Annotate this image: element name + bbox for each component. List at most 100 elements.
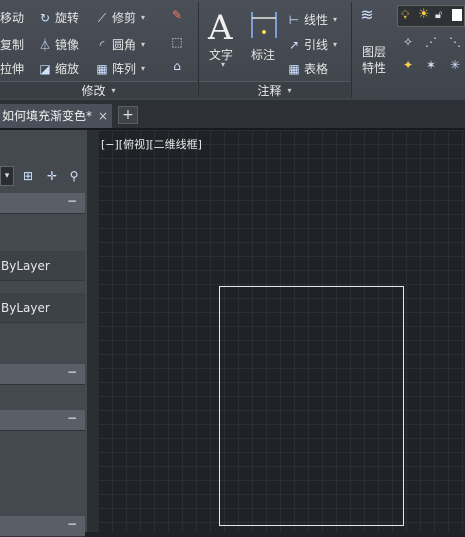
lightbulb-icon: 💡︎ <box>401 8 410 22</box>
property-row[interactable]: ByLayer <box>0 251 85 281</box>
fillet-icon: ◜ <box>99 37 105 52</box>
explode-button[interactable]: ⬚ <box>170 35 184 49</box>
layer-dropdown[interactable]: 💡︎ ☀ 🔓︎ <box>397 5 465 27</box>
drawn-rectangle[interactable] <box>219 286 404 526</box>
misc-section-header[interactable]: − <box>0 516 85 537</box>
annotation-panel-title-label: 注释 <box>257 83 282 98</box>
trim-icon: ⟋ <box>97 10 107 25</box>
layer-tool-1[interactable]: ✧ <box>401 35 415 49</box>
layer-freeze-icon: ⋱ <box>449 35 461 49</box>
leader-label: 引线 <box>304 38 329 52</box>
sun-icon: ☀ <box>418 7 430 22</box>
dimension-button[interactable]: 标注 <box>251 46 275 63</box>
table-label: 表格 <box>304 62 329 76</box>
leader-button[interactable]: ↗ 引线 ▾ <box>287 36 337 53</box>
modify-panel-title[interactable]: 修改 ▾ <box>0 81 197 98</box>
dimension-label: 标注 <box>251 48 276 62</box>
layer-tool-2[interactable]: ⋰ <box>424 35 438 49</box>
linear-button[interactable]: ⊢ 线性 ▾ <box>287 11 337 28</box>
property-row[interactable]: ByLayer <box>0 293 85 323</box>
layer-properties-icon: ≋ <box>360 5 374 24</box>
close-icon[interactable]: × <box>98 104 108 128</box>
layer-tool-6[interactable]: ✳ <box>448 58 462 72</box>
stretch-label: 拉伸 <box>0 62 25 76</box>
mirror-icon: ⏃ <box>38 37 51 52</box>
new-tab-button[interactable]: + <box>118 106 138 124</box>
select-objects-button[interactable]: ✛ <box>44 168 60 184</box>
scale-icon: ◪ <box>39 61 51 76</box>
array-label: 阵列 <box>112 62 137 76</box>
linear-dropdown-icon[interactable]: ▾ <box>333 15 337 24</box>
leader-icon: ↗ <box>288 37 300 52</box>
layer-walk-icon: ✳ <box>449 58 461 72</box>
annotation-panel-title[interactable]: 注释 ▾ <box>199 81 350 98</box>
fillet-label: 圆角 <box>112 38 137 52</box>
modify-panel-title-label: 修改 <box>81 83 106 98</box>
property-value: ByLayer <box>1 301 50 315</box>
properties-palette <box>0 130 87 532</box>
general-section-header[interactable]: − <box>0 193 85 214</box>
trim-dropdown-icon[interactable]: ▾ <box>141 13 145 22</box>
array-icon: ▦ <box>96 61 108 76</box>
viewport-controls-label[interactable]: [−][俯视][二维线框] <box>101 136 202 152</box>
panel-divider <box>351 2 352 98</box>
trim-button[interactable]: ⟋ 修剪 ▾ <box>95 9 145 26</box>
color-swatch <box>452 9 462 21</box>
rotate-label: 旋转 <box>55 11 80 25</box>
rotate-icon: ↻ <box>39 10 51 25</box>
offset-button[interactable]: ⌂ <box>170 59 184 73</box>
layer-tool-3[interactable]: ⋱ <box>448 35 462 49</box>
selection-dropdown[interactable]: ▾ <box>0 166 14 186</box>
layers-stack-icon: ≋ <box>360 5 374 24</box>
layer-match-icon: ✧ <box>402 35 414 49</box>
3d-visualization-section-header[interactable]: − <box>0 364 85 385</box>
text-icon: A <box>208 8 233 48</box>
offset-icon: ⌂ <box>173 59 181 73</box>
linear-label: 线性 <box>304 13 329 27</box>
explode-icon: ⬚ <box>171 35 183 49</box>
rotate-button[interactable]: ↻ 旋转 <box>38 9 79 26</box>
lock-icon: 🔓︎ <box>435 8 443 21</box>
leader-dropdown-icon[interactable]: ▾ <box>333 40 337 49</box>
layer-tool-5[interactable]: ✶ <box>424 58 438 72</box>
collapse-icon[interactable]: − <box>67 517 77 531</box>
layer-tool-4[interactable]: ✦ <box>401 58 415 72</box>
linear-dimension-icon: ⊢ <box>288 12 300 27</box>
stretch-button[interactable]: 拉伸 <box>0 60 24 77</box>
drawing-tab[interactable]: 如何填充渐变色* × <box>0 104 112 128</box>
array-dropdown-icon[interactable]: ▾ <box>141 64 145 73</box>
layer-properties-button[interactable]: 图层 特性 <box>362 44 386 76</box>
scale-label: 缩放 <box>55 62 80 76</box>
collapse-icon[interactable]: − <box>67 194 77 208</box>
collapse-icon[interactable]: − <box>67 365 77 379</box>
select-objects-icon: ✛ <box>46 169 58 183</box>
table-icon: ▦ <box>288 61 300 76</box>
geometry-section-header[interactable]: − <box>0 410 85 431</box>
chevron-down-icon: ▾ <box>111 85 116 95</box>
ribbon: 移动 ↻ 旋转 ⟋ 修剪 ▾ ✎ 复制 ⏃ 镜像 ◜ 圆角 ▾ ⬚ 拉伸 ◪ 缩放 ▦ 阵列 ▾ … <box>0 0 465 101</box>
move-label: 移动 <box>0 11 25 25</box>
filter-icon: ⚲ <box>69 169 79 183</box>
text-dropdown[interactable]: ▾ <box>219 60 225 69</box>
erase-button[interactable]: ✎ <box>170 8 184 22</box>
quick-select-icon: ⊞ <box>22 169 34 183</box>
layer-on-icon: ✦ <box>402 58 414 72</box>
collapse-icon[interactable]: − <box>67 411 77 425</box>
fillet-button[interactable]: ◜ 圆角 ▾ <box>95 36 145 53</box>
dimension-icon <box>251 12 277 38</box>
fillet-dropdown-icon[interactable]: ▾ <box>141 40 145 49</box>
mirror-label: 镜像 <box>55 38 80 52</box>
drawing-tab-label: 如何填充渐变色* <box>2 109 93 123</box>
toggle-pickadd-button[interactable]: ⊞ <box>20 168 36 184</box>
table-button[interactable]: ▦ 表格 <box>287 60 328 77</box>
trim-label: 修剪 <box>112 11 137 25</box>
array-button[interactable]: ▦ 阵列 ▾ <box>95 60 145 77</box>
file-tab-bar: 如何填充渐变色* × + <box>0 100 465 130</box>
quick-select-button[interactable]: ⚲ <box>66 168 82 184</box>
scale-button[interactable]: ◪ 缩放 <box>38 60 79 77</box>
move-button[interactable]: 移动 <box>0 9 24 26</box>
chevron-down-icon: ▾ <box>4 171 10 181</box>
copy-button[interactable]: 复制 <box>0 36 24 53</box>
mirror-button[interactable]: ⏃ 镜像 <box>38 36 79 53</box>
property-value: ByLayer <box>1 259 50 273</box>
